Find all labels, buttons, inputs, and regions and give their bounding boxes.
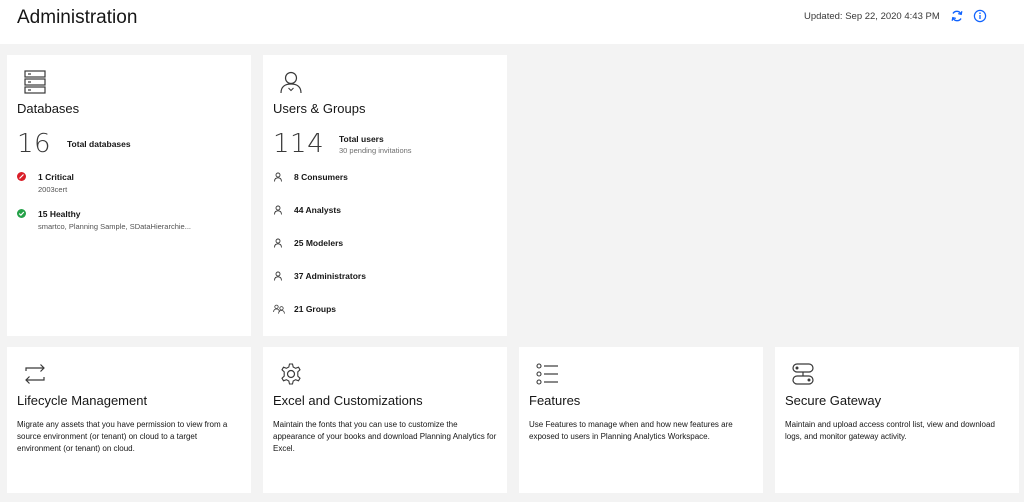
- user-icon: [274, 238, 282, 248]
- pending-invitations: 30 pending invitations: [339, 146, 412, 155]
- total-databases-label: Total databases: [67, 139, 131, 149]
- analysts-count[interactable]: 44 Analysts: [294, 205, 341, 215]
- healthy-status-icon: [17, 209, 26, 218]
- databases-tile[interactable]: Databases 16 Total databases 1 Critical …: [7, 55, 251, 336]
- healthy-status-detail: smartco, Planning Sample, SDataHierarchi…: [38, 222, 191, 231]
- critical-status-detail: 2003cert: [38, 185, 68, 194]
- group-icon: [273, 304, 285, 314]
- users-groups-title: Users & Groups: [273, 101, 366, 116]
- info-icon[interactable]: [973, 9, 987, 23]
- gear-icon: [281, 363, 301, 385]
- page-header: Administration Updated: Sep 22, 2020 4:4…: [0, 0, 1024, 44]
- critical-status-title: 1 Critical: [38, 172, 74, 182]
- total-databases-count: 16: [17, 129, 52, 159]
- administrators-count[interactable]: 37 Administrators: [294, 271, 366, 281]
- user-icon: [280, 71, 302, 94]
- features-tile[interactable]: Features Use Features to manage when and…: [519, 347, 763, 493]
- gateway-icon: [792, 363, 814, 385]
- excel-customizations-title: Excel and Customizations: [273, 393, 423, 408]
- users-groups-tile[interactable]: Users & Groups 114 Total users 30 pendin…: [263, 55, 507, 336]
- features-description: Use Features to manage when and how new …: [529, 420, 733, 441]
- arrows-swap-icon: [25, 364, 45, 384]
- database-icon: [24, 70, 46, 94]
- user-icon: [274, 205, 282, 215]
- healthy-status-title: 15 Healthy: [38, 209, 81, 219]
- groups-count[interactable]: 21 Groups: [294, 304, 336, 314]
- lifecycle-management-tile[interactable]: Lifecycle Management Migrate any assets …: [7, 347, 251, 493]
- excel-customizations-tile[interactable]: Excel and Customizations Maintain the fo…: [263, 347, 507, 493]
- page-title: Administration: [17, 7, 138, 28]
- total-users-count: 114: [273, 129, 325, 159]
- user-icon: [274, 271, 282, 281]
- user-icon: [274, 172, 282, 182]
- excel-customizations-description: Maintain the fonts that you can use to c…: [273, 420, 497, 453]
- consumers-count[interactable]: 8 Consumers: [294, 172, 348, 182]
- lifecycle-management-description: Migrate any assets that you have permiss…: [17, 420, 228, 453]
- lifecycle-management-title: Lifecycle Management: [17, 393, 148, 408]
- databases-title: Databases: [17, 101, 80, 116]
- secure-gateway-description: Maintain and upload access control list,…: [785, 420, 995, 441]
- critical-status-icon: [17, 172, 26, 181]
- total-users-label: Total users: [339, 134, 384, 144]
- secure-gateway-title: Secure Gateway: [785, 393, 882, 408]
- features-title: Features: [529, 393, 581, 408]
- list-icon: [536, 363, 558, 385]
- modelers-count[interactable]: 25 Modelers: [294, 238, 343, 248]
- refresh-icon[interactable]: [950, 9, 964, 23]
- secure-gateway-tile[interactable]: Secure Gateway Maintain and upload acces…: [775, 347, 1019, 493]
- updated-timestamp: Updated: Sep 22, 2020 4:43 PM: [804, 11, 940, 22]
